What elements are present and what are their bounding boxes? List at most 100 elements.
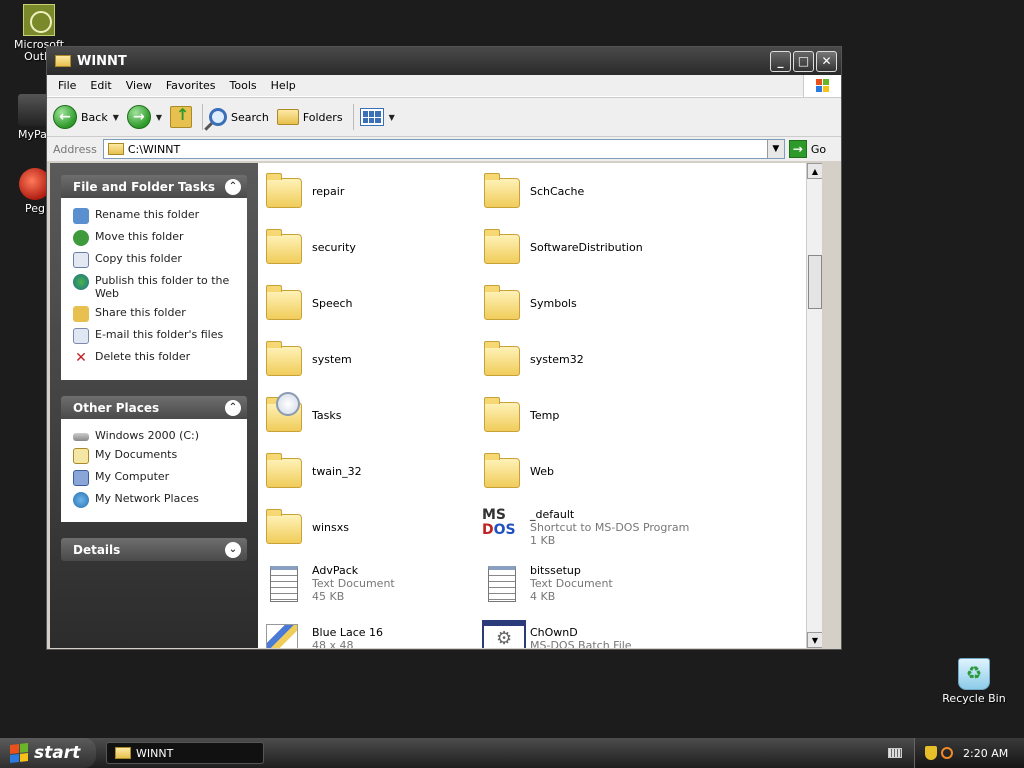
file-dimensions: 48 x 48 — [312, 639, 354, 648]
file-name: Tasks — [312, 408, 342, 422]
menu-favorites[interactable]: Favorites — [159, 79, 223, 92]
collapse-icon[interactable]: ⌃ — [225, 399, 241, 416]
scroll-up-icon[interactable]: ▲ — [807, 163, 822, 179]
file-item[interactable]: ChOwnDMS-DOS Batch File — [482, 614, 692, 648]
forward-arrow-icon: → — [126, 105, 151, 129]
taskbar-button-winnt[interactable]: WINNT — [106, 742, 264, 764]
address-label: Address — [53, 142, 97, 156]
file-item[interactable]: Speech — [264, 278, 474, 328]
file-item[interactable]: winsxs — [264, 502, 474, 552]
file-size: 45 KB — [312, 589, 345, 603]
start-button[interactable]: start — [0, 738, 96, 768]
file-item[interactable]: AdvPack Text Document 45 KB — [264, 558, 474, 608]
clock[interactable]: 2:20 AM — [963, 747, 1008, 760]
search-icon[interactable] — [941, 747, 953, 759]
go-button[interactable]: → Go — [788, 140, 826, 158]
file-item[interactable]: Temp — [482, 390, 692, 440]
task-publish-folder[interactable]: Publish this folder to the Web — [73, 274, 239, 300]
file-item[interactable]: Tasks — [264, 390, 474, 440]
close-button[interactable]: ✕ — [816, 50, 837, 72]
folder-icon — [264, 284, 304, 322]
file-item[interactable]: Web — [482, 446, 692, 496]
search-button[interactable]: Search — [209, 108, 269, 126]
file-item[interactable]: bitssetup Text Document 4 KB — [482, 558, 692, 608]
up-button[interactable] — [170, 105, 193, 128]
task-copy-folder[interactable]: Copy this folder — [73, 252, 239, 268]
scrollbar-thumb[interactable] — [808, 255, 822, 309]
views-icon — [359, 108, 384, 126]
file-item[interactable]: Symbols — [482, 278, 692, 328]
place-label: My Network Places — [95, 492, 199, 505]
file-type: Text Document — [312, 576, 395, 590]
menu-help[interactable]: Help — [264, 79, 303, 92]
other-places-header[interactable]: Other Places ⌃ — [61, 396, 247, 419]
back-button[interactable]: ← Back ▼ — [53, 105, 119, 129]
back-arrow-icon: ← — [53, 105, 77, 129]
publish-icon — [73, 274, 89, 290]
chevron-down-icon[interactable]: ▼ — [113, 113, 119, 122]
views-button[interactable]: ▼ — [359, 108, 395, 126]
file-item[interactable]: Blue Lace 16 48 x 48 — [264, 614, 474, 648]
menu-edit[interactable]: Edit — [83, 79, 118, 92]
chevron-down-icon[interactable]: ▼ — [766, 140, 784, 158]
task-delete-folder[interactable]: ✕ Delete this folder — [73, 350, 239, 366]
drive-icon — [73, 433, 89, 441]
task-email-files[interactable]: E-mail this folder's files — [73, 328, 239, 344]
folder-icon — [115, 747, 131, 759]
file-name: SoftwareDistribution — [530, 240, 643, 254]
details-header[interactable]: Details ⌄ — [61, 538, 247, 561]
folder-icon — [264, 228, 304, 266]
text-document-icon — [482, 564, 522, 602]
file-item[interactable]: system32 — [482, 334, 692, 384]
keyboard-icon[interactable] — [888, 748, 902, 758]
file-name: Temp — [530, 408, 560, 422]
menu-file[interactable]: File — [51, 79, 83, 92]
scroll-down-icon[interactable]: ▼ — [807, 632, 822, 648]
content-area: File and Folder Tasks ⌃ Rename this fold… — [50, 163, 838, 648]
chevron-down-icon[interactable]: ▼ — [156, 113, 162, 122]
security-shield-icon[interactable] — [925, 746, 937, 760]
menu-view[interactable]: View — [119, 79, 159, 92]
folders-button[interactable]: Folders — [276, 109, 343, 125]
file-item[interactable]: security — [264, 222, 474, 272]
place-my-computer[interactable]: My Computer — [73, 470, 239, 486]
address-input[interactable]: C:\WINNT ▼ — [102, 139, 785, 159]
file-name: twain_32 — [312, 464, 362, 478]
place-windows-drive[interactable]: Windows 2000 (C:) — [73, 429, 239, 442]
file-item[interactable]: twain_32 — [264, 446, 474, 496]
file-name: system — [312, 352, 352, 366]
folder-icon — [482, 396, 522, 434]
desktop-icon-recycle-bin[interactable]: Recycle Bin — [937, 658, 1011, 705]
title-bar[interactable]: WINNT _ □ ✕ — [47, 47, 841, 75]
file-item[interactable]: repair — [264, 166, 474, 216]
menu-tools[interactable]: Tools — [223, 79, 264, 92]
file-list: repair SchCache security SoftwareDistrib… — [258, 163, 822, 648]
file-name: AdvPack — [312, 563, 359, 577]
task-move-folder[interactable]: Move this folder — [73, 230, 239, 246]
file-item[interactable]: system — [264, 334, 474, 384]
forward-button[interactable]: → ▼ — [126, 105, 162, 129]
file-item[interactable]: SchCache — [482, 166, 692, 216]
expand-icon[interactable]: ⌄ — [225, 541, 241, 558]
file-item[interactable]: MS DOS _default Shortcut to MS-DOS Program 1… — [482, 502, 692, 552]
place-my-documents[interactable]: My Documents — [73, 448, 239, 464]
file-name: Speech — [312, 296, 353, 310]
file-name: _default — [530, 507, 575, 521]
maximize-button[interactable]: □ — [793, 50, 814, 72]
task-label: Share this folder — [95, 306, 186, 319]
minimize-button[interactable]: _ — [770, 50, 791, 72]
other-places-body: Windows 2000 (C:) My Documents My Comput… — [61, 419, 247, 522]
place-network-places[interactable]: My Network Places — [73, 492, 239, 508]
collapse-icon[interactable]: ⌃ — [225, 178, 241, 195]
msdos-icon: MS DOS — [482, 507, 516, 538]
vertical-scrollbar[interactable]: ▲ ▼ — [806, 163, 822, 648]
task-rename-folder[interactable]: Rename this folder — [73, 208, 239, 224]
chevron-down-icon[interactable]: ▼ — [389, 113, 395, 122]
task-share-folder[interactable]: Share this folder — [73, 306, 239, 322]
file-folder-tasks-header[interactable]: File and Folder Tasks ⌃ — [61, 175, 247, 198]
task-label: Rename this folder — [95, 208, 200, 221]
file-size: 1 KB — [530, 533, 556, 547]
file-item[interactable]: SoftwareDistribution — [482, 222, 692, 272]
folder-up-icon — [170, 105, 193, 128]
file-type: MS-DOS Batch File — [530, 639, 632, 648]
